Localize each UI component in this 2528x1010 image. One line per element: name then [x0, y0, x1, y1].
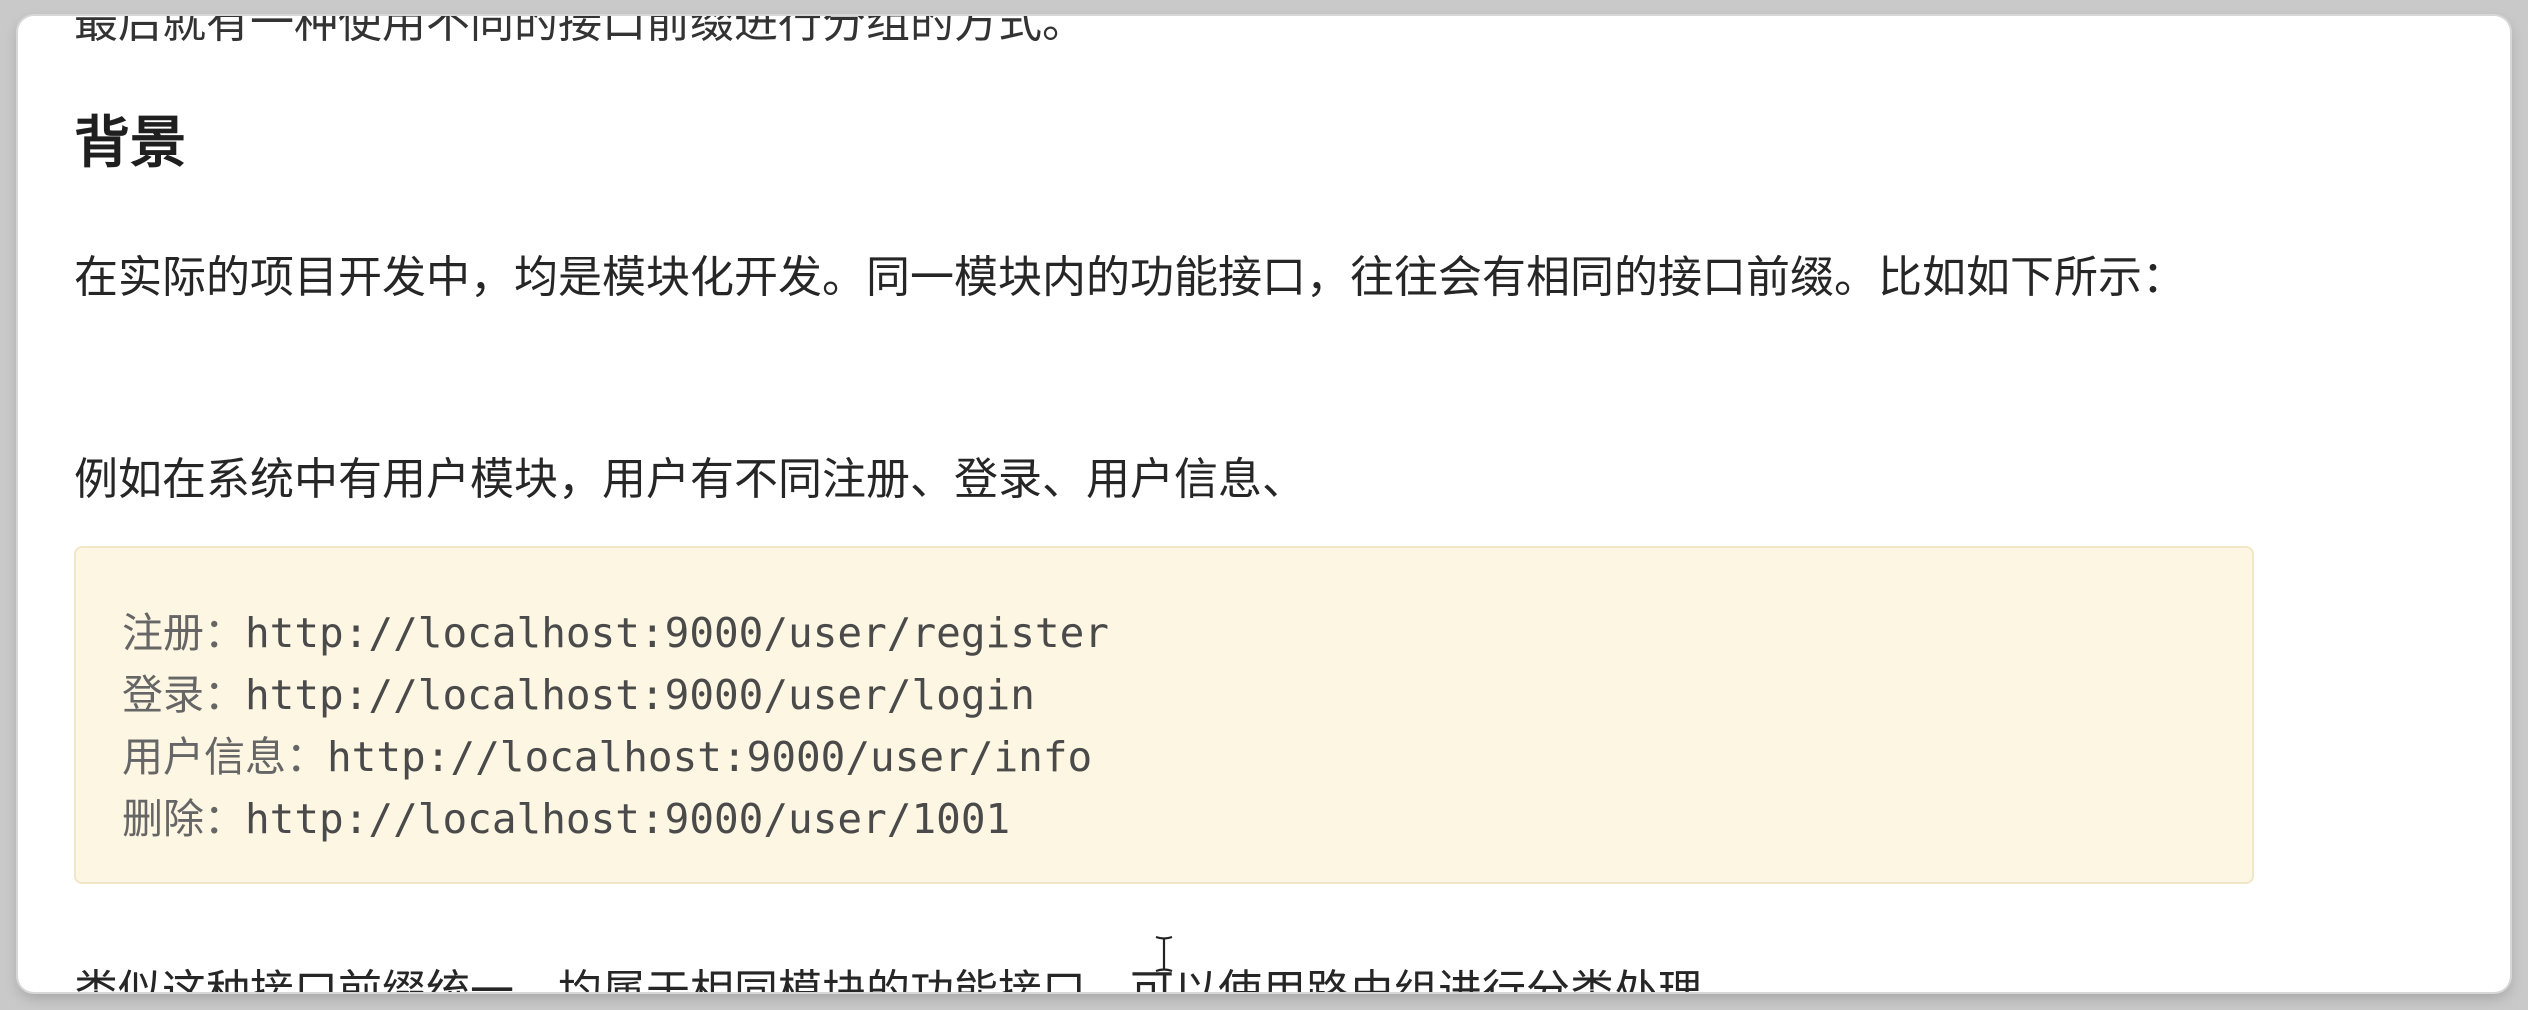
- paragraph-summary: 类似这种接口前缀统一，均属于相同模块的功能接口。可以使用路由组进行分类处理。: [74, 966, 1746, 992]
- paragraph-intro: 在实际的项目开发中，均是模块化开发。同一模块内的功能接口，往往会有相同的接口前缀…: [74, 252, 2186, 303]
- code-label: 登录：: [122, 671, 245, 719]
- code-label: 用户信息：: [122, 733, 327, 781]
- code-line-login: 登录：http://localhost:9000/user/login: [122, 664, 1109, 726]
- code-line-info: 用户信息：http://localhost:9000/user/info: [122, 726, 1109, 788]
- code-url: http://localhost:9000/user/info: [327, 733, 1093, 781]
- text-cursor-icon: [1155, 935, 1173, 973]
- code-lines: 注册：http://localhost:9000/user/register 登…: [122, 602, 1109, 850]
- code-url: http://localhost:9000/user/login: [245, 671, 1035, 719]
- code-line-delete: 删除：http://localhost:9000/user/1001: [122, 788, 1109, 850]
- code-label: 删除：: [122, 795, 245, 843]
- code-url: http://localhost:9000/user/register: [245, 609, 1109, 657]
- code-block: 注册：http://localhost:9000/user/register 登…: [74, 546, 2254, 884]
- document-window: 最后就有一种使用不同的接口前缀进行分组的方式。 背景 在实际的项目开发中，均是模…: [18, 16, 2510, 992]
- code-label: 注册：: [122, 609, 245, 657]
- cutoff-text-line: 最后就有一种使用不同的接口前缀进行分组的方式。: [74, 16, 1086, 48]
- code-line-register: 注册：http://localhost:9000/user/register: [122, 602, 1109, 664]
- paragraph-example: 例如在系统中有用户模块，用户有不同注册、登录、用户信息、: [74, 454, 1306, 505]
- code-url: http://localhost:9000/user/1001: [245, 795, 1011, 843]
- section-heading: 背景: [74, 111, 186, 176]
